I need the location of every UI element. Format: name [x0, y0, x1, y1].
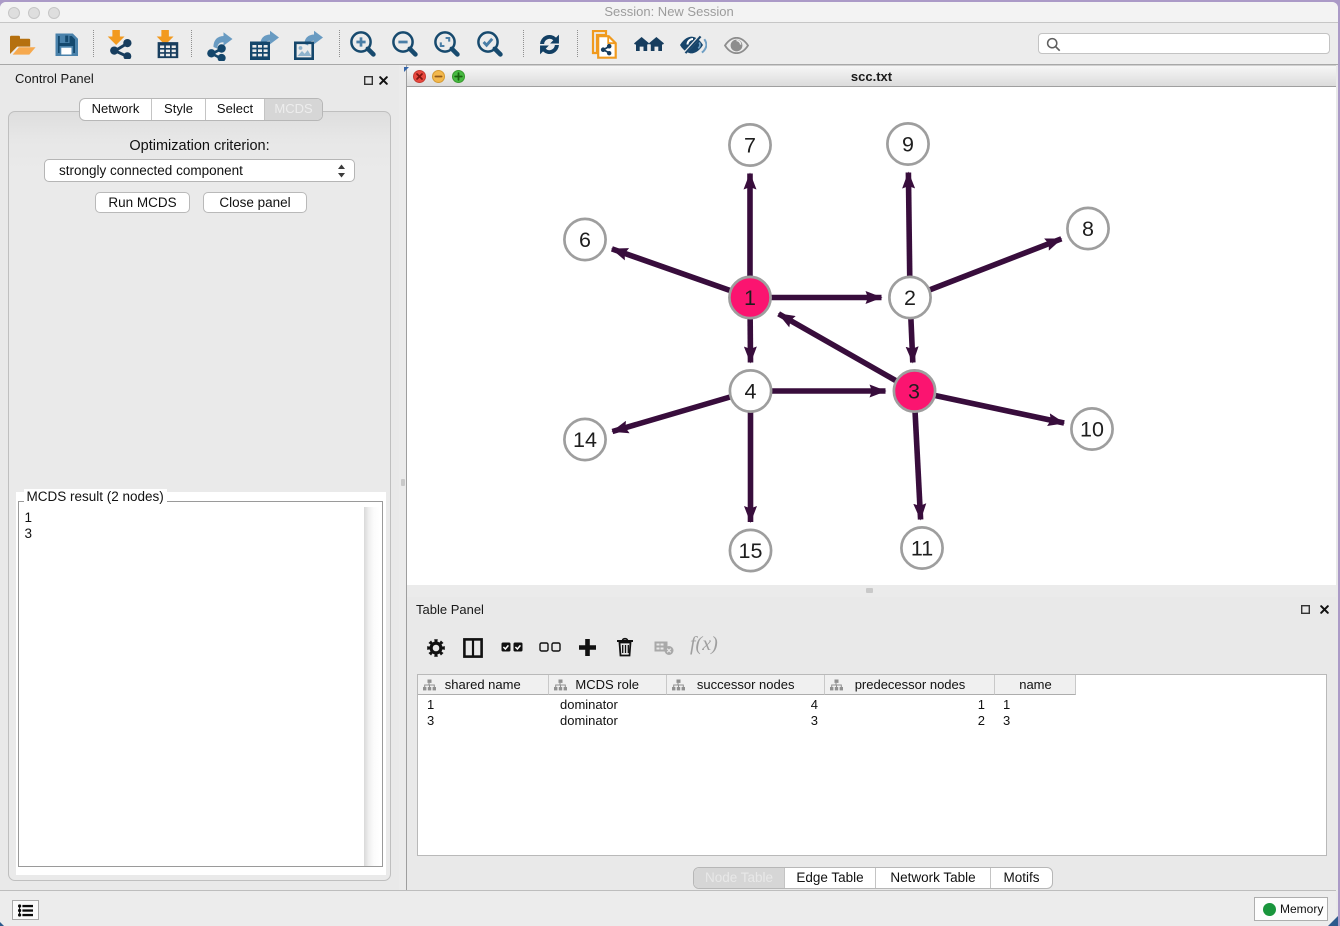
svg-text:1: 1	[744, 286, 756, 310]
svg-text:11: 11	[911, 537, 933, 561]
svg-text:7: 7	[744, 134, 756, 158]
svg-text:14: 14	[573, 428, 597, 452]
svg-text:15: 15	[739, 539, 763, 563]
svg-text:2: 2	[904, 286, 916, 310]
svg-text:6: 6	[579, 228, 591, 252]
svg-text:4: 4	[745, 380, 757, 404]
svg-text:8: 8	[1082, 217, 1094, 241]
svg-text:9: 9	[902, 133, 914, 157]
svg-text:3: 3	[908, 380, 920, 404]
svg-text:10: 10	[1080, 418, 1104, 442]
